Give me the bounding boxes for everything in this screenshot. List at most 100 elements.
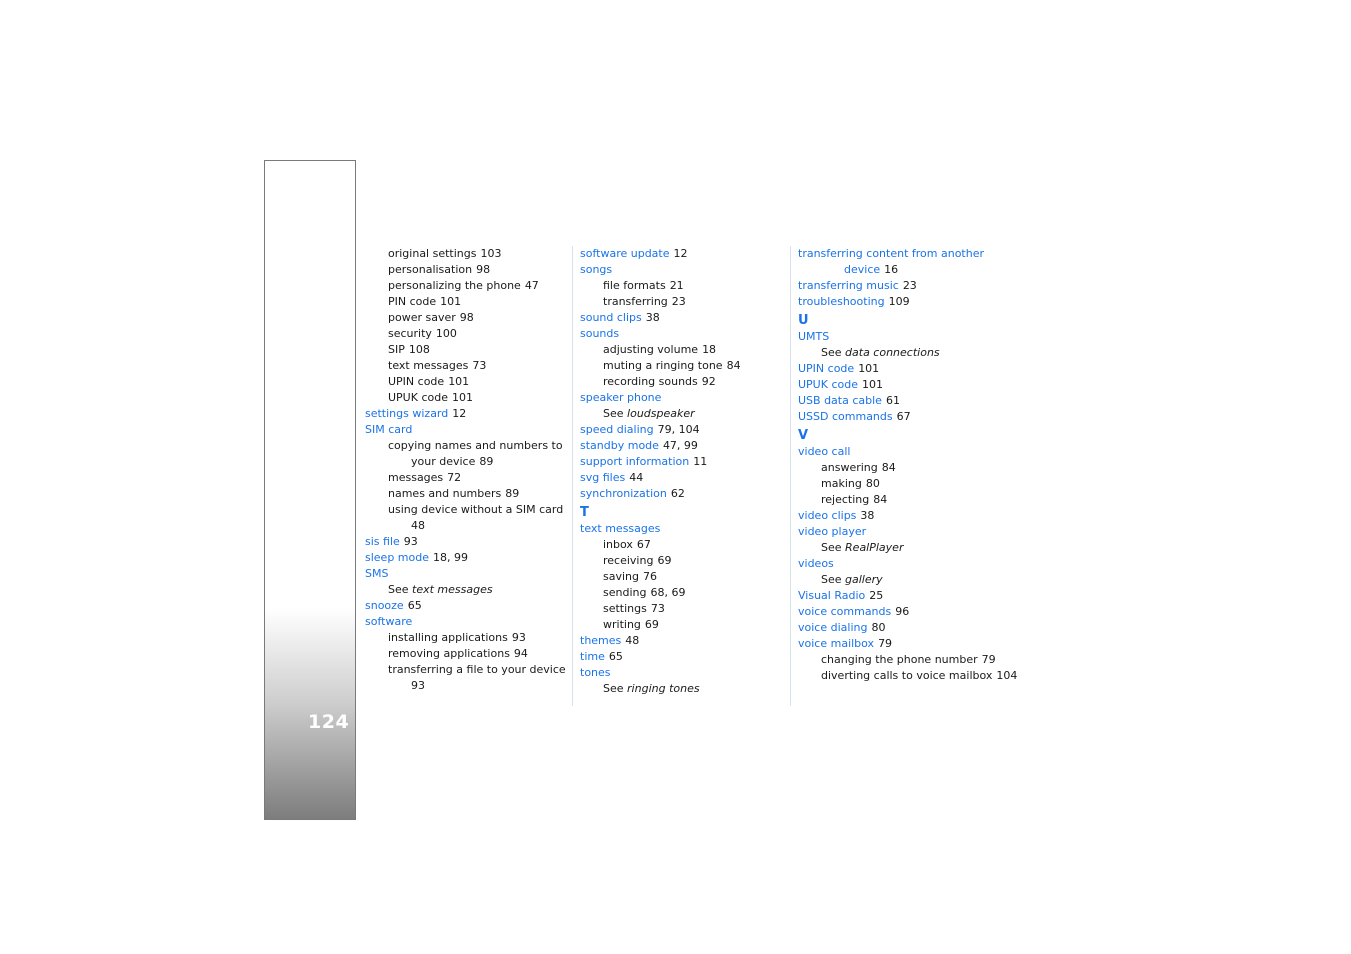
- index-term-link[interactable]: videos: [798, 557, 834, 570]
- index-term-link[interactable]: snooze: [365, 599, 404, 612]
- page-reference: 104: [996, 669, 1018, 682]
- index-term-link[interactable]: voice commands: [798, 605, 891, 618]
- index-subentry: transferring a file to your device: [365, 662, 570, 678]
- index-subentry: original settings 103: [365, 246, 570, 262]
- index-term-link[interactable]: video clips: [798, 509, 856, 522]
- index-term-link[interactable]: sounds: [580, 327, 619, 340]
- page-reference: 48: [411, 519, 425, 532]
- index-subentry: messages 72: [365, 470, 570, 486]
- index-term-link[interactable]: sound clips: [580, 311, 642, 324]
- index-term-link[interactable]: video call: [798, 445, 850, 458]
- index-term-link[interactable]: speed dialing: [580, 423, 654, 436]
- page-number: 124: [308, 711, 350, 733]
- see-label: See: [821, 541, 842, 554]
- index-subentry-text: personalisation: [388, 263, 473, 276]
- index-term-link[interactable]: sis file: [365, 535, 400, 548]
- index-term: video player: [798, 524, 1018, 540]
- page-reference: 38: [860, 509, 875, 522]
- page-reference: 101: [440, 295, 462, 308]
- index-subentry: UPIN code 101: [365, 374, 570, 390]
- page-reference: 76: [643, 570, 657, 583]
- page-reference: 94: [513, 647, 528, 660]
- index-term-link[interactable]: voice mailbox: [798, 637, 874, 650]
- index-term-link[interactable]: troubleshooting: [798, 295, 885, 308]
- page-reference: 72: [447, 471, 462, 484]
- index-subentry: writing 69: [580, 617, 792, 633]
- page-reference: 61: [885, 394, 900, 407]
- page-reference: 98: [459, 311, 474, 324]
- index-term-link[interactable]: time: [580, 650, 605, 663]
- index-subentry-text: power saver: [388, 311, 456, 324]
- index-term: songs: [580, 262, 792, 278]
- page-reference: 23: [671, 295, 686, 308]
- see-reference: See text messages: [365, 582, 570, 598]
- page-reference: 100: [435, 327, 457, 340]
- index-term-link[interactable]: transferring content from another: [798, 247, 984, 260]
- index-term-link[interactable]: songs: [580, 263, 612, 276]
- index-subentry-text: inbox: [603, 538, 633, 551]
- index-term-link[interactable]: video player: [798, 525, 866, 538]
- index-subentry: diverting calls to voice mailbox 104: [798, 668, 1018, 684]
- page-reference: 80: [865, 477, 880, 490]
- index-subentry-text: rejecting: [821, 493, 870, 506]
- index-term-link[interactable]: support information: [580, 455, 689, 468]
- page-reference: 69: [657, 554, 672, 567]
- index-subentry: personalizing the phone 47: [365, 278, 570, 294]
- page-reference: 79: [981, 653, 996, 666]
- index-term-link[interactable]: voice dialing: [798, 621, 867, 634]
- index-term-link[interactable]: UPUK code: [798, 378, 858, 391]
- index-term-link[interactable]: settings wizard: [365, 407, 448, 420]
- index-term-link[interactable]: sleep mode: [365, 551, 429, 564]
- page-reference: 92: [701, 375, 716, 388]
- index-term-link[interactable]: software update: [580, 247, 670, 260]
- index-subentry: installing applications 93: [365, 630, 570, 646]
- index-term: sound clips 38: [580, 310, 792, 326]
- index-term-link[interactable]: SMS: [365, 567, 388, 580]
- index-term-link[interactable]: Visual Radio: [798, 589, 865, 602]
- page-reference: 47: [524, 279, 539, 292]
- index-term-link[interactable]: device: [844, 263, 880, 276]
- index-term: voice commands 96: [798, 604, 1018, 620]
- index-term: voice dialing 80: [798, 620, 1018, 636]
- index-subentry: PIN code 101: [365, 294, 570, 310]
- page-reference: 93: [511, 631, 526, 644]
- index-term-link[interactable]: transferring music: [798, 279, 899, 292]
- index-column-3: transferring content from another device 1…: [790, 246, 1018, 706]
- index-term-link[interactable]: svg files: [580, 471, 625, 484]
- index-subentry: changing the phone number 79: [798, 652, 1018, 668]
- index-subentry-text: diverting calls to voice mailbox: [821, 669, 993, 682]
- page-reference: 80: [871, 621, 886, 634]
- index-term: synchronization 62: [580, 486, 792, 502]
- index-term-link[interactable]: UMTS: [798, 330, 829, 343]
- index-term-link[interactable]: standby mode: [580, 439, 659, 452]
- index-term-link[interactable]: text messages: [580, 522, 660, 535]
- page-reference: 84: [881, 461, 896, 474]
- index-letter-heading: V: [798, 428, 809, 443]
- page-reference: 65: [407, 599, 422, 612]
- see-target: text messages: [412, 583, 493, 596]
- index-term-link[interactable]: synchronization: [580, 487, 667, 500]
- page-reference: 109: [888, 295, 910, 308]
- index-term-link[interactable]: USSD commands: [798, 410, 893, 423]
- page-reference: 79, 104: [657, 423, 700, 436]
- index-term-link[interactable]: SIM card: [365, 423, 412, 436]
- index-subentry-text: installing applications: [388, 631, 508, 644]
- index-term-link[interactable]: USB data cable: [798, 394, 882, 407]
- index-term-link[interactable]: UPIN code: [798, 362, 854, 375]
- index-term: transferring content from another: [798, 246, 1018, 262]
- index-subentry-text: answering: [821, 461, 878, 474]
- index-subentry-text: changing the phone number: [821, 653, 978, 666]
- index-subentry: making 80: [798, 476, 1018, 492]
- index-term-link[interactable]: themes: [580, 634, 621, 647]
- index-subentry: personalisation 98: [365, 262, 570, 278]
- index-term-link[interactable]: software: [365, 615, 412, 628]
- see-reference: See gallery: [798, 572, 1018, 588]
- index-subentry-text: UPUK code: [388, 391, 448, 404]
- index-term-link[interactable]: speaker phone: [580, 391, 661, 404]
- page-reference: 98: [476, 263, 491, 276]
- see-target: RealPlayer: [845, 541, 904, 554]
- see-reference: See data connections: [798, 345, 1018, 361]
- index-term-link[interactable]: tones: [580, 666, 611, 679]
- page-reference: 103: [480, 247, 502, 260]
- index-term: sounds: [580, 326, 792, 342]
